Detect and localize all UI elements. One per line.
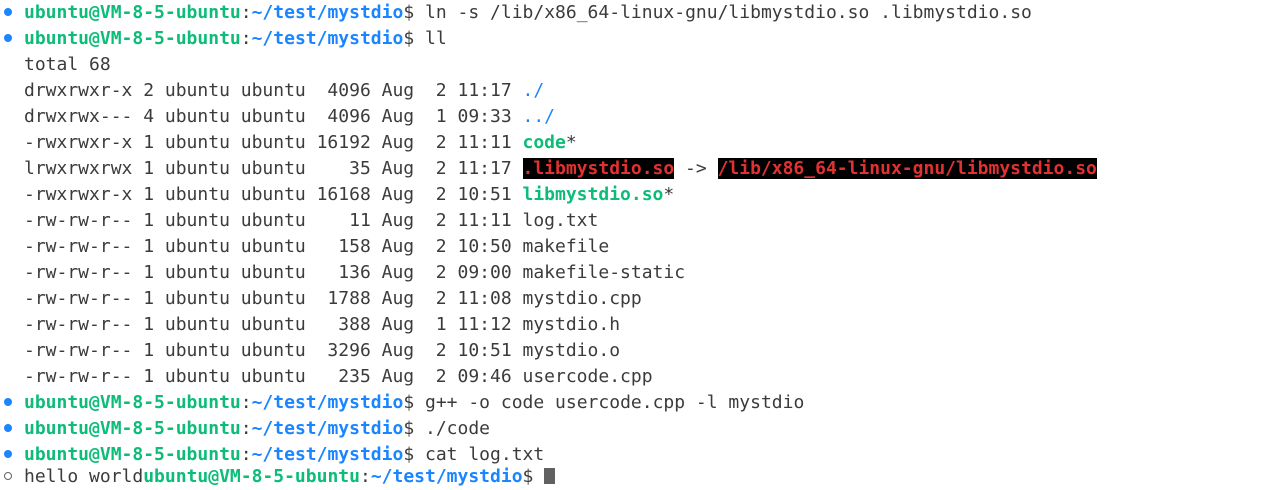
file-meta: drwxrwxr-x 2 ubuntu ubuntu 4096 Aug 2 11…	[24, 80, 523, 101]
file-meta: -rw-rw-r-- 1 ubuntu ubuntu 3296 Aug 2 10…	[24, 340, 523, 361]
listing-row: -rw-rw-r-- 1 ubuntu ubuntu 158 Aug 2 10:…	[24, 234, 609, 260]
command-pending-icon[interactable]	[4, 472, 12, 480]
listing-row: -rwxrwxr-x 1 ubuntu ubuntu 16168 Aug 2 1…	[24, 182, 674, 208]
listing-row: -rw-rw-r-- 1 ubuntu ubuntu 1788 Aug 2 11…	[24, 286, 642, 312]
command-success-icon[interactable]	[4, 398, 12, 406]
command-success-icon[interactable]	[4, 34, 12, 42]
symlink-arrow: ->	[674, 158, 718, 179]
listing-row: -rw-rw-r-- 1 ubuntu ubuntu 3296 Aug 2 10…	[24, 338, 620, 364]
listing-row: -rw-rw-r-- 1 ubuntu ubuntu 235 Aug 2 09:…	[24, 364, 653, 390]
prompt-dollar: $	[403, 392, 425, 413]
listing-row: -rw-rw-r-- 1 ubuntu ubuntu 388 Aug 1 11:…	[24, 312, 620, 338]
command-line-ln: ubuntu@VM-8-5-ubuntu:~/test/mystdio$ ln …	[24, 0, 1032, 26]
command-text: ./code	[425, 418, 491, 439]
file-name: makefile	[522, 236, 610, 257]
prompt-colon: :	[240, 2, 252, 23]
file-name: mystdio.h	[522, 314, 621, 335]
file-meta: -rw-rw-r-- 1 ubuntu ubuntu 11 Aug 2 11:1…	[24, 210, 523, 231]
prompt-user-host: ubuntu@VM-8-5-ubuntu	[24, 444, 241, 465]
file-name-broken-link: .libmystdio.so	[522, 158, 675, 179]
command-line-ll: ubuntu@VM-8-5-ubuntu:~/test/mystdio$ ll	[24, 26, 447, 52]
file-name: makefile-static	[522, 262, 686, 283]
symlink-target: /lib/x86_64-linux-gnu/libmystdio.so	[717, 158, 1097, 179]
prompt-user-host: ubuntu@VM-8-5-ubuntu	[24, 392, 241, 413]
file-meta: -rw-rw-r-- 1 ubuntu ubuntu 158 Aug 2 10:…	[24, 236, 523, 257]
listing-row: drwxrwx--- 4 ubuntu ubuntu 4096 Aug 1 09…	[24, 104, 555, 130]
listing-row: -rw-rw-r-- 1 ubuntu ubuntu 11 Aug 2 11:1…	[24, 208, 598, 234]
prompt-colon: :	[240, 418, 252, 439]
command-text: ln -s /lib/x86_64-linux-gnu/libmystdio.s…	[425, 2, 1032, 23]
command-line-gpp: ubuntu@VM-8-5-ubuntu:~/test/mystdio$ g++…	[24, 390, 804, 416]
prompt-path: ~/test/mystdio	[251, 2, 404, 23]
listing-row: -rw-rw-r-- 1 ubuntu ubuntu 136 Aug 2 09:…	[24, 260, 685, 286]
file-name: usercode.cpp	[522, 366, 653, 387]
file-meta: -rw-rw-r-- 1 ubuntu ubuntu 1788 Aug 2 11…	[24, 288, 523, 309]
prompt-colon: :	[240, 28, 252, 49]
file-meta: drwxrwx--- 4 ubuntu ubuntu 4096 Aug 1 09…	[24, 106, 523, 127]
command-line-run: ubuntu@VM-8-5-ubuntu:~/test/mystdio$ ./c…	[24, 416, 490, 442]
file-name: mystdio.o	[522, 340, 621, 361]
file-meta: -rw-rw-r-- 1 ubuntu ubuntu 388 Aug 1 11:…	[24, 314, 523, 335]
prompt-user-host: ubuntu@VM-8-5-ubuntu	[24, 28, 241, 49]
executable-marker: *	[565, 132, 577, 153]
file-name-executable: libmystdio.so	[522, 184, 664, 205]
prompt-path: ~/test/mystdio	[251, 392, 404, 413]
file-meta: lrwxrwxrwx 1 ubuntu ubuntu 35 Aug 2 11:1…	[24, 158, 523, 179]
prompt-dollar: $	[403, 2, 425, 23]
file-meta: -rwxrwxr-x 1 ubuntu ubuntu 16168 Aug 2 1…	[24, 184, 523, 205]
command-text: ll	[425, 28, 447, 49]
listing-row: drwxrwxr-x 2 ubuntu ubuntu 4096 Aug 2 11…	[24, 78, 544, 104]
file-meta: -rwxrwxr-x 1 ubuntu ubuntu 16192 Aug 2 1…	[24, 132, 523, 153]
file-name-executable: code	[522, 132, 566, 153]
prompt-dollar: $	[403, 444, 425, 465]
prompt-dollar: $	[403, 28, 425, 49]
executable-marker: *	[663, 184, 675, 205]
file-name-directory: ./	[522, 80, 545, 101]
file-meta: -rw-rw-r-- 1 ubuntu ubuntu 136 Aug 2 09:…	[24, 262, 523, 283]
command-success-icon[interactable]	[4, 8, 12, 16]
prompt-path: ~/test/mystdio	[251, 418, 404, 439]
prompt-user-host: ubuntu@VM-8-5-ubuntu	[24, 418, 241, 439]
command-text: cat log.txt	[425, 444, 545, 465]
file-name: log.txt	[522, 210, 599, 231]
prompt-path: ~/test/mystdio	[251, 444, 404, 465]
listing-total: total 68	[24, 54, 111, 75]
file-name-directory: ../	[522, 106, 556, 127]
listing-row: -rwxrwxr-x 1 ubuntu ubuntu 16192 Aug 2 1…	[24, 130, 577, 156]
prompt-colon: :	[240, 444, 252, 465]
command-success-icon[interactable]	[4, 424, 12, 432]
prompt-user-host: ubuntu@VM-8-5-ubuntu	[24, 2, 241, 23]
command-line-current: hello worldubuntu@VM-8-5-ubuntu:~/test/m…	[24, 464, 556, 490]
file-meta: -rw-rw-r-- 1 ubuntu ubuntu 235 Aug 2 09:…	[24, 366, 523, 387]
text-cursor[interactable]	[544, 468, 556, 484]
prompt-colon: :	[240, 392, 252, 413]
prompt-path: ~/test/mystdio	[251, 28, 404, 49]
file-name: mystdio.cpp	[522, 288, 642, 309]
prompt-dollar: $	[403, 418, 425, 439]
command-text: g++ -o code usercode.cpp -l mystdio	[425, 392, 805, 413]
terminal-panel[interactable]: ubuntu@VM-8-5-ubuntu:~/test/mystdio$ ln …	[0, 0, 1278, 487]
command-success-icon[interactable]	[4, 450, 12, 458]
listing-row: lrwxrwxrwx 1 ubuntu ubuntu 35 Aug 2 11:1…	[24, 156, 1097, 182]
